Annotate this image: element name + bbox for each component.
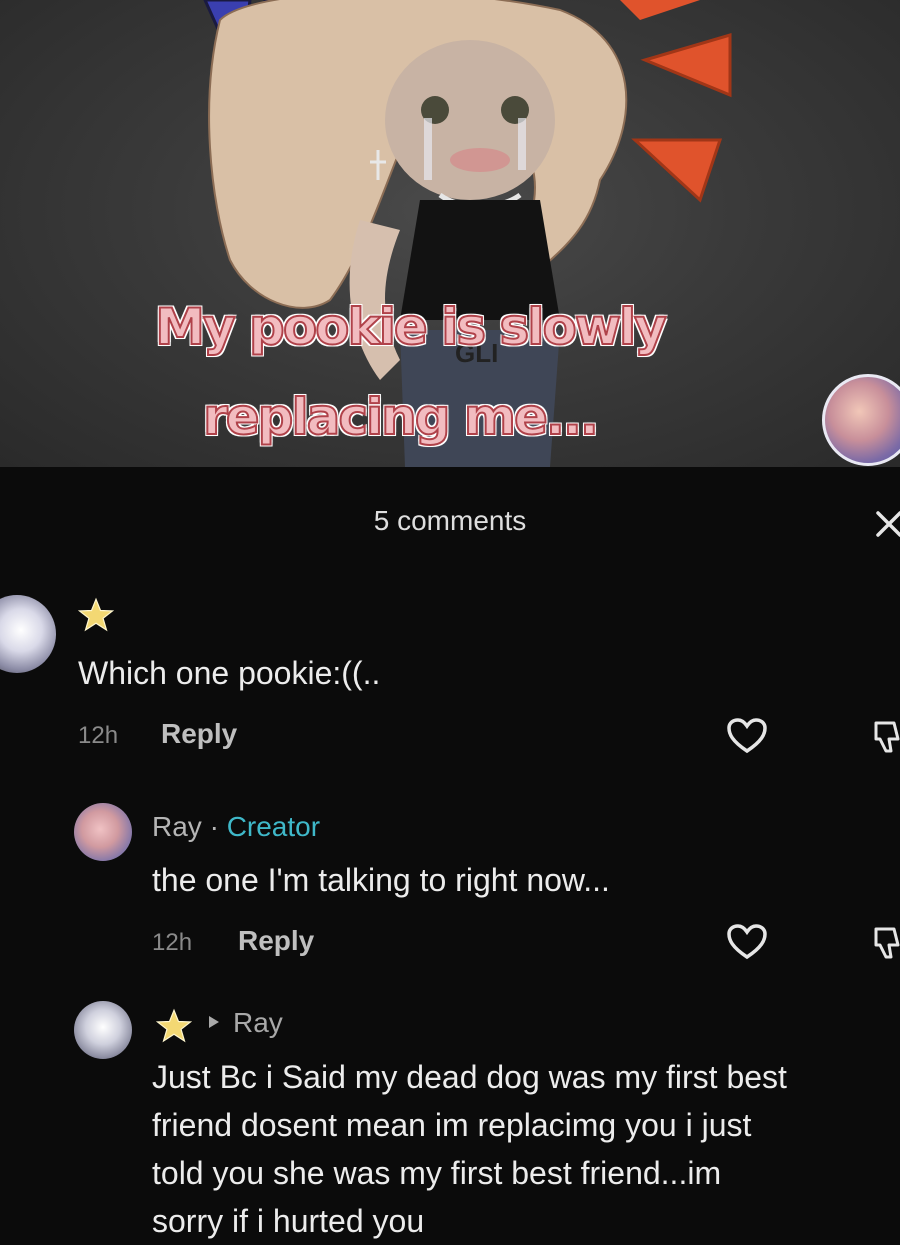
comment-text-line: told you she was my first best friend...… <box>152 1155 722 1191</box>
comment-text-line: Just Bc i Said my dead dog was my first … <box>152 1059 787 1095</box>
comment-text-line: friend dosent mean im replacimg you i ju… <box>152 1107 752 1143</box>
author-separator: · <box>201 811 227 842</box>
commenter-avatar[interactable] <box>0 595 56 673</box>
comment-timestamp: 12h <box>152 929 193 956</box>
reply-arrow-icon <box>209 1016 219 1028</box>
video-caption-line-2: replacing me... <box>202 387 600 447</box>
creator-badge: Creator <box>226 811 321 842</box>
video-caption-line-1: My pookie is slowly <box>154 297 667 357</box>
author-name: Ray <box>152 811 202 842</box>
comment-text-line: sorry if i hurted you <box>152 1203 425 1239</box>
heart-icon[interactable] <box>726 923 768 961</box>
comment-text: Which one pookie:((.. <box>78 655 381 691</box>
comment-text: the one I'm talking to right now... <box>152 862 610 898</box>
comment-text: Just Bc i Said my dead dog was my first … <box>152 1053 900 1245</box>
heart-icon[interactable] <box>726 717 768 755</box>
comments-panel: 5 comments Which one pookie:((.. 12h Rep… <box>0 467 900 1239</box>
video-player[interactable]: GLI My pookie is slowly replacing me... <box>0 0 900 467</box>
dislike-icon[interactable] <box>872 925 900 961</box>
reply-button[interactable]: Reply <box>238 925 314 957</box>
close-icon[interactable] <box>874 509 900 539</box>
comment-author[interactable]: Ray · Creator <box>152 811 320 843</box>
comments-count: 5 comments <box>373 505 527 536</box>
star-icon <box>78 597 114 632</box>
dislike-icon[interactable] <box>872 719 900 755</box>
comment-timestamp: 12h <box>78 722 119 749</box>
creator-reply-avatar[interactable] <box>74 803 132 861</box>
star-icon <box>156 1008 192 1043</box>
commenter-avatar[interactable] <box>74 1001 132 1059</box>
reply-button[interactable]: Reply <box>161 718 237 750</box>
reply-to-user[interactable]: Ray <box>233 1007 283 1039</box>
